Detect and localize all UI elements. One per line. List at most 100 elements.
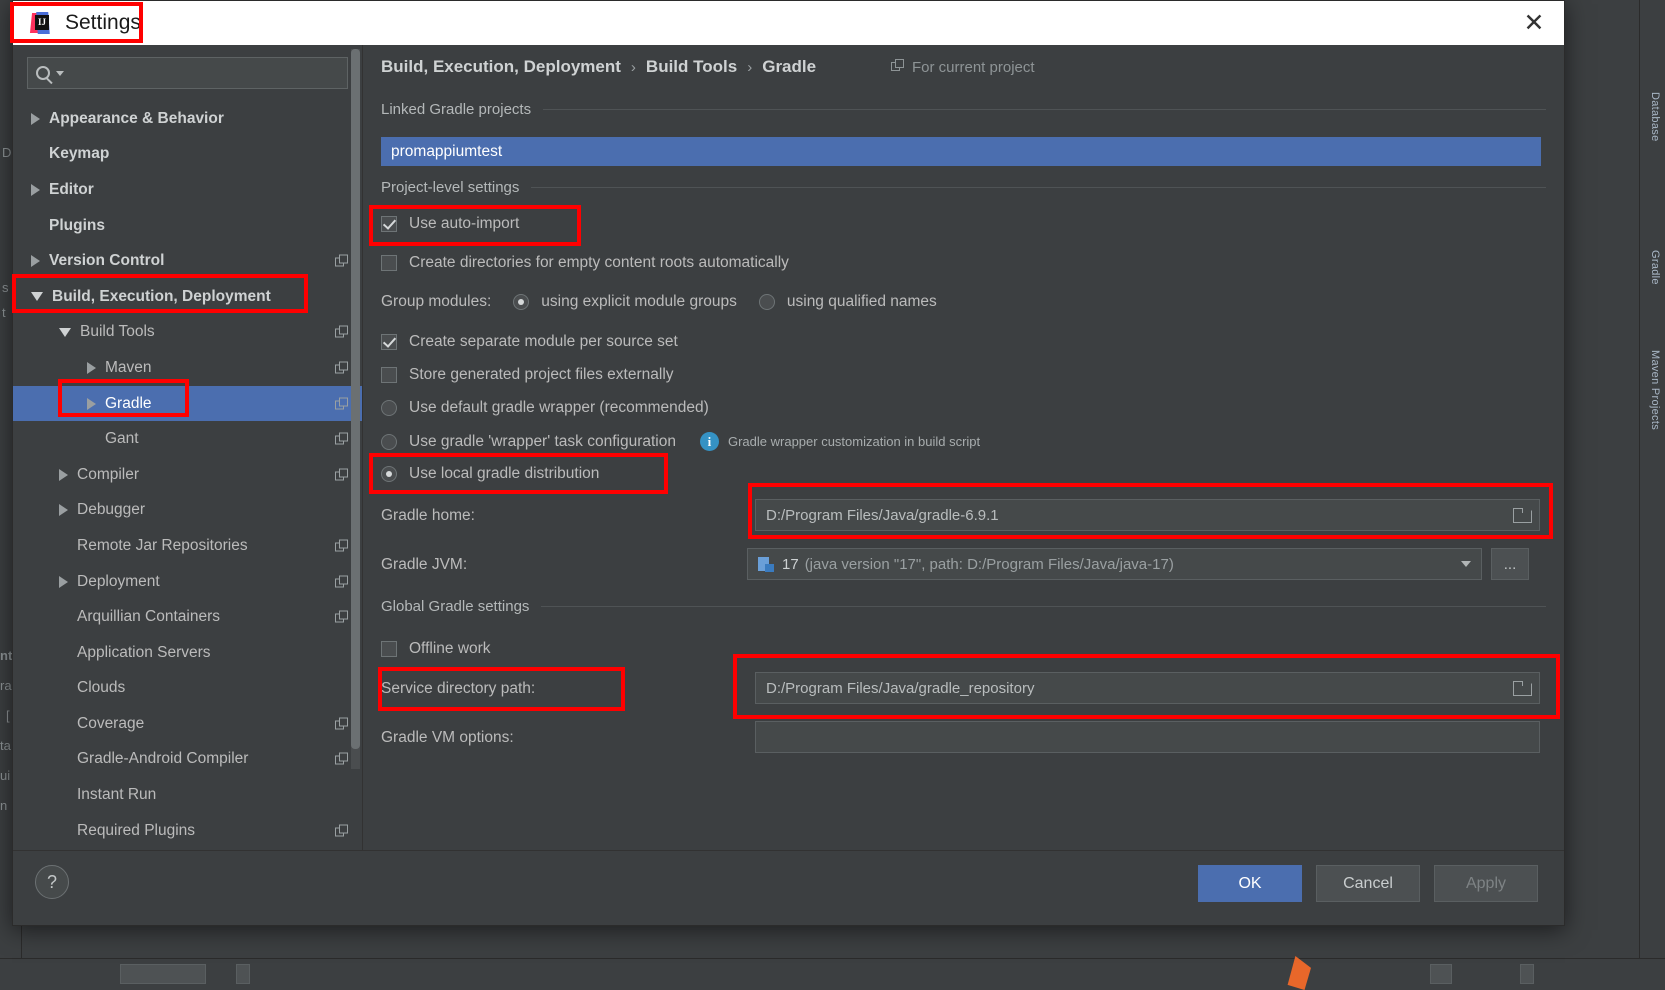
group-global-gradle-settings: Global Gradle settings [381, 598, 1546, 615]
folder-icon[interactable] [1513, 508, 1532, 523]
breadcrumb-part-1[interactable]: Build Tools [646, 57, 737, 77]
radio-qualified-names-box[interactable] [758, 294, 775, 310]
checkbox-store-generated-externally[interactable]: Store generated project files externally [381, 366, 674, 384]
radio-box[interactable] [381, 433, 397, 450]
checkbox-separate-module-per-source-set[interactable]: Create separate module per source set [381, 333, 678, 351]
sidebar-item-compiler[interactable]: Compiler [13, 457, 362, 493]
radio-box[interactable] [381, 400, 397, 416]
sidebar-item-maven[interactable]: Maven [13, 350, 362, 386]
ok-button[interactable]: OK [1198, 865, 1302, 902]
sidebar-item-arquillian-containers[interactable]: Arquillian Containers [13, 599, 362, 635]
chevron-down-icon[interactable] [56, 70, 64, 76]
checkbox-box[interactable] [381, 367, 397, 383]
checkbox-box[interactable] [381, 255, 397, 271]
checkbox-use-auto-import[interactable]: Use auto-import [381, 215, 519, 233]
sidebar-item-build-execution-deployment[interactable]: Build, Execution, Deployment [13, 279, 362, 315]
checkbox-offline-work[interactable]: Offline work [381, 640, 491, 658]
gradle-jvm-more-button[interactable]: ... [1491, 548, 1529, 580]
sidebar-item-gradle[interactable]: Gradle [13, 385, 362, 422]
sidebar-item-gradle-android-compiler[interactable]: Gradle-Android Compiler [13, 742, 362, 778]
sidebar-item-deployment[interactable]: Deployment [13, 564, 362, 600]
copy-icon [335, 397, 348, 410]
radio-use-wrapper-task-configuration[interactable]: Use gradle 'wrapper' task configuration … [381, 432, 980, 451]
sidebar-item-clouds[interactable]: Clouds [13, 671, 362, 707]
status-chip[interactable] [1520, 964, 1534, 984]
gradle-vm-options-input[interactable] [755, 721, 1540, 753]
sidebar-item-remote-jar-repositories[interactable]: Remote Jar Repositories [13, 528, 362, 564]
sidebar-item-label: Arquillian Containers [77, 608, 221, 626]
status-chip[interactable] [120, 964, 206, 984]
radio-box[interactable] [381, 466, 397, 482]
sidebar-item-label: Coverage [77, 714, 145, 732]
settings-tree[interactable]: Appearance & Behavior Keymap Editor Plugins… [13, 101, 362, 852]
search-box[interactable] [27, 57, 348, 89]
checkbox-create-directories[interactable]: Create directories for empty content roo… [381, 254, 789, 272]
gradle-home-value: D:/Program Files/Java/gradle-6.9.1 [766, 506, 999, 524]
radio-use-default-gradle-wrapper[interactable]: Use default gradle wrapper (recommended) [381, 399, 709, 417]
breadcrumb-part-0[interactable]: Build, Execution, Deployment [381, 57, 621, 77]
sidebar-item-label: Gradle [105, 394, 152, 412]
checkbox-box[interactable] [381, 334, 397, 350]
sidebar-item-application-servers[interactable]: Application Servers [13, 635, 362, 671]
service-directory-path-input[interactable]: D:/Program Files/Java/gradle_repository [755, 672, 1540, 704]
sidebar-item-version-control[interactable]: Version Control [13, 243, 362, 279]
info-icon[interactable]: i [699, 432, 719, 451]
sidebar-item-label: Required Plugins [77, 821, 196, 839]
rail-item-maven-projects[interactable]: Maven Projects [1649, 350, 1661, 430]
backdrop-ghost-text: s [2, 280, 9, 295]
copy-icon [335, 752, 348, 766]
sidebar-item-plugins[interactable]: Plugins [13, 208, 362, 244]
group-label: Global Gradle settings [381, 598, 530, 615]
chevron-right-icon[interactable] [59, 468, 68, 481]
sidebar-scrollbar-thumb[interactable] [351, 49, 360, 749]
chevron-right-icon[interactable] [31, 255, 40, 268]
apply-button[interactable]: Apply [1434, 865, 1538, 902]
cancel-button[interactable]: Cancel [1316, 865, 1420, 902]
backdrop-ghost-text: nt [0, 648, 13, 663]
sidebar-item-instant-run[interactable]: Instant Run [13, 777, 362, 813]
copy-icon [335, 361, 348, 374]
sidebar-item-editor[interactable]: Editor [13, 172, 362, 208]
close-icon[interactable]: ✕ [1518, 8, 1550, 38]
gradle-jvm-combo[interactable]: 17 (java version "17", path: D:/Program … [747, 548, 1482, 580]
chevron-down-icon[interactable] [31, 292, 43, 302]
chevron-right-icon[interactable] [31, 112, 40, 125]
rail-item-database[interactable]: Database [1649, 92, 1661, 142]
chevron-right-icon[interactable] [87, 397, 96, 410]
status-chip[interactable] [1430, 964, 1452, 984]
copy-icon [335, 539, 348, 552]
radio-label: Use local gradle distribution [409, 465, 600, 482]
sidebar-item-gant[interactable]: Gant [13, 421, 362, 457]
sidebar-item-appearance-behavior[interactable]: Appearance & Behavior [13, 101, 362, 137]
sidebar-item-keymap[interactable]: Keymap [13, 137, 362, 173]
gradle-home-input[interactable]: D:/Program Files/Java/gradle-6.9.1 [755, 499, 1540, 531]
sidebar-item-coverage[interactable]: Coverage [13, 706, 362, 742]
status-chip[interactable] [236, 964, 250, 984]
linked-project-item[interactable]: promappiumtest [381, 137, 1541, 166]
rail-item-gradle[interactable]: Gradle [1649, 250, 1661, 285]
chevron-down-icon[interactable] [1461, 561, 1471, 567]
chevron-down-icon[interactable] [59, 327, 71, 337]
ide-right-toolwindow-rail[interactable]: Database Gradle Maven Projects [1639, 0, 1665, 990]
chevron-right-icon[interactable] [59, 504, 68, 517]
checkbox-box[interactable] [381, 641, 397, 657]
intellij-idea-icon: IJ [29, 12, 53, 34]
chevron-right-icon[interactable] [31, 183, 40, 196]
help-button[interactable]: ? [35, 865, 69, 899]
radio-explicit-module-groups-box[interactable] [513, 294, 530, 310]
copy-icon [335, 325, 348, 339]
radio-use-local-gradle-distribution[interactable]: Use local gradle distribution [381, 465, 599, 483]
chevron-right-icon[interactable] [87, 361, 96, 374]
search-input[interactable] [70, 65, 339, 81]
folder-icon[interactable] [1513, 681, 1532, 696]
sidebar-scrollbar[interactable] [351, 49, 360, 769]
sidebar-item-debugger[interactable]: Debugger [13, 493, 362, 529]
sidebar-item-required-plugins[interactable]: Required Plugins [13, 813, 362, 849]
checkbox-box[interactable] [381, 216, 397, 232]
sidebar-item-build-tools[interactable]: Build Tools [13, 315, 362, 351]
chevron-right-icon[interactable] [59, 575, 68, 588]
radio-explicit-module-groups-label: using explicit module groups [541, 293, 737, 310]
backdrop-ghost-text: t [2, 305, 6, 320]
breadcrumb-part-2[interactable]: Gradle [762, 57, 816, 77]
dialog-title-bar: IJ Settings ✕ [13, 1, 1564, 45]
